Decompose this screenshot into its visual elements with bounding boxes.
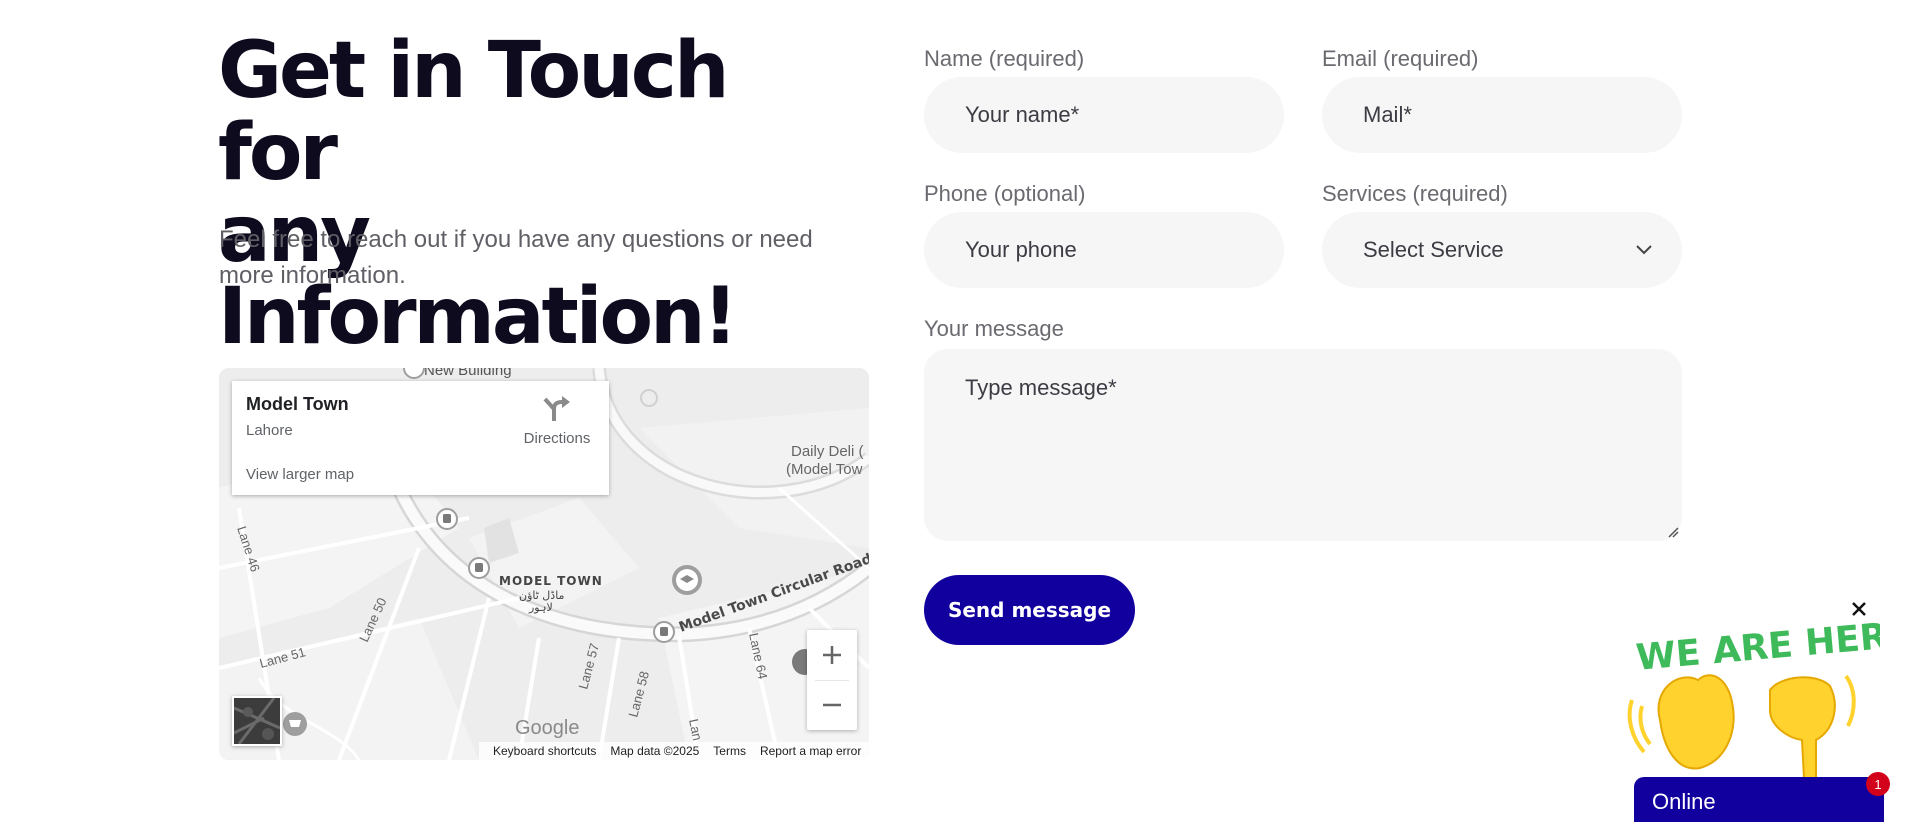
chat-online-bar[interactable]: Online [1634, 777, 1884, 822]
zoom-out-icon [823, 703, 841, 707]
map-layer-toggle[interactable] [232, 696, 282, 746]
view-larger-map-link[interactable]: View larger map [246, 466, 354, 483]
email-placeholder: Mail* [1363, 102, 1412, 127]
email-label: Email (required) [1322, 46, 1479, 71]
map-label-daily-deli-2: (Model Tow [786, 461, 863, 478]
message-textarea[interactable]: Type message* [924, 349, 1682, 541]
map-label-new-building: New Building [424, 368, 512, 379]
terms-link[interactable]: Terms [713, 744, 746, 758]
name-field[interactable]: Your name* [924, 77, 1284, 153]
directions-label: Directions [523, 430, 591, 447]
pointing-hand-icon [1769, 674, 1856, 785]
map-place-name: Model Town [246, 394, 349, 414]
name-placeholder: Your name* [965, 102, 1080, 127]
services-select[interactable]: Select Service [1322, 212, 1682, 288]
bus-stop-icon[interactable] [436, 508, 458, 530]
phone-field[interactable]: Your phone [924, 212, 1284, 288]
map-place-card: Model Town Lahore View larger map Direct… [232, 381, 609, 495]
map-label-model-town: MODEL TOWN [499, 574, 603, 588]
page-title: Get in Touch for any Information! [218, 30, 858, 358]
phone-label: Phone (optional) [924, 181, 1086, 206]
zoom-out-button[interactable] [807, 680, 857, 730]
message-label: Your message [924, 316, 1064, 341]
zoom-in-icon [823, 646, 841, 664]
keyboard-shortcuts-link[interactable]: Keyboard shortcuts [493, 744, 596, 758]
location-map[interactable]: New Building Daily Deli ( (Model Tow MOD… [219, 368, 869, 760]
name-label: Name (required) [924, 46, 1085, 71]
google-logo: Google [515, 717, 580, 739]
send-message-button[interactable]: Send message [924, 575, 1135, 645]
map-attribution-bar: Keyboard shortcuts Map data ©2025 Terms … [479, 742, 869, 760]
we-are-here-banner[interactable]: WE ARE HERE! [1620, 610, 1880, 790]
phone-placeholder: Your phone [965, 237, 1077, 262]
shopping-cart-icon[interactable] [283, 712, 307, 736]
directions-icon [543, 396, 570, 421]
waving-hand-icon [1627, 674, 1735, 770]
services-selected-value: Select Service [1363, 237, 1504, 262]
satellite-thumbnail [234, 698, 280, 744]
directions-button[interactable]: Directions [512, 393, 602, 447]
zoom-in-button[interactable] [807, 630, 857, 680]
bus-stop-icon[interactable] [653, 621, 675, 643]
notification-badge: 1 [1866, 772, 1890, 796]
message-placeholder: Type message* [965, 375, 1117, 400]
report-map-error-link[interactable]: Report a map error [760, 744, 861, 758]
map-label-daily-deli: Daily Deli ( [791, 443, 864, 460]
school-icon[interactable] [672, 565, 702, 595]
map-data-label: Map data ©2025 [610, 744, 700, 758]
chat-status: Online [1652, 789, 1716, 814]
page-title-line1: Get in Touch for [218, 26, 730, 198]
chevron-down-icon [1636, 245, 1652, 255]
map-zoom-controls [807, 630, 857, 730]
resize-handle-icon[interactable] [1667, 526, 1679, 538]
map-place-city: Lahore [246, 422, 293, 439]
map-label-lahore-urdu: لاہور [528, 601, 553, 614]
page-subtitle: Feel free to reach out if you have any q… [219, 226, 813, 289]
bus-stop-icon[interactable] [468, 557, 490, 579]
services-label: Services (required) [1322, 181, 1508, 206]
email-field[interactable]: Mail* [1322, 77, 1682, 153]
we-are-here-text: WE ARE HERE! [1635, 612, 1880, 678]
